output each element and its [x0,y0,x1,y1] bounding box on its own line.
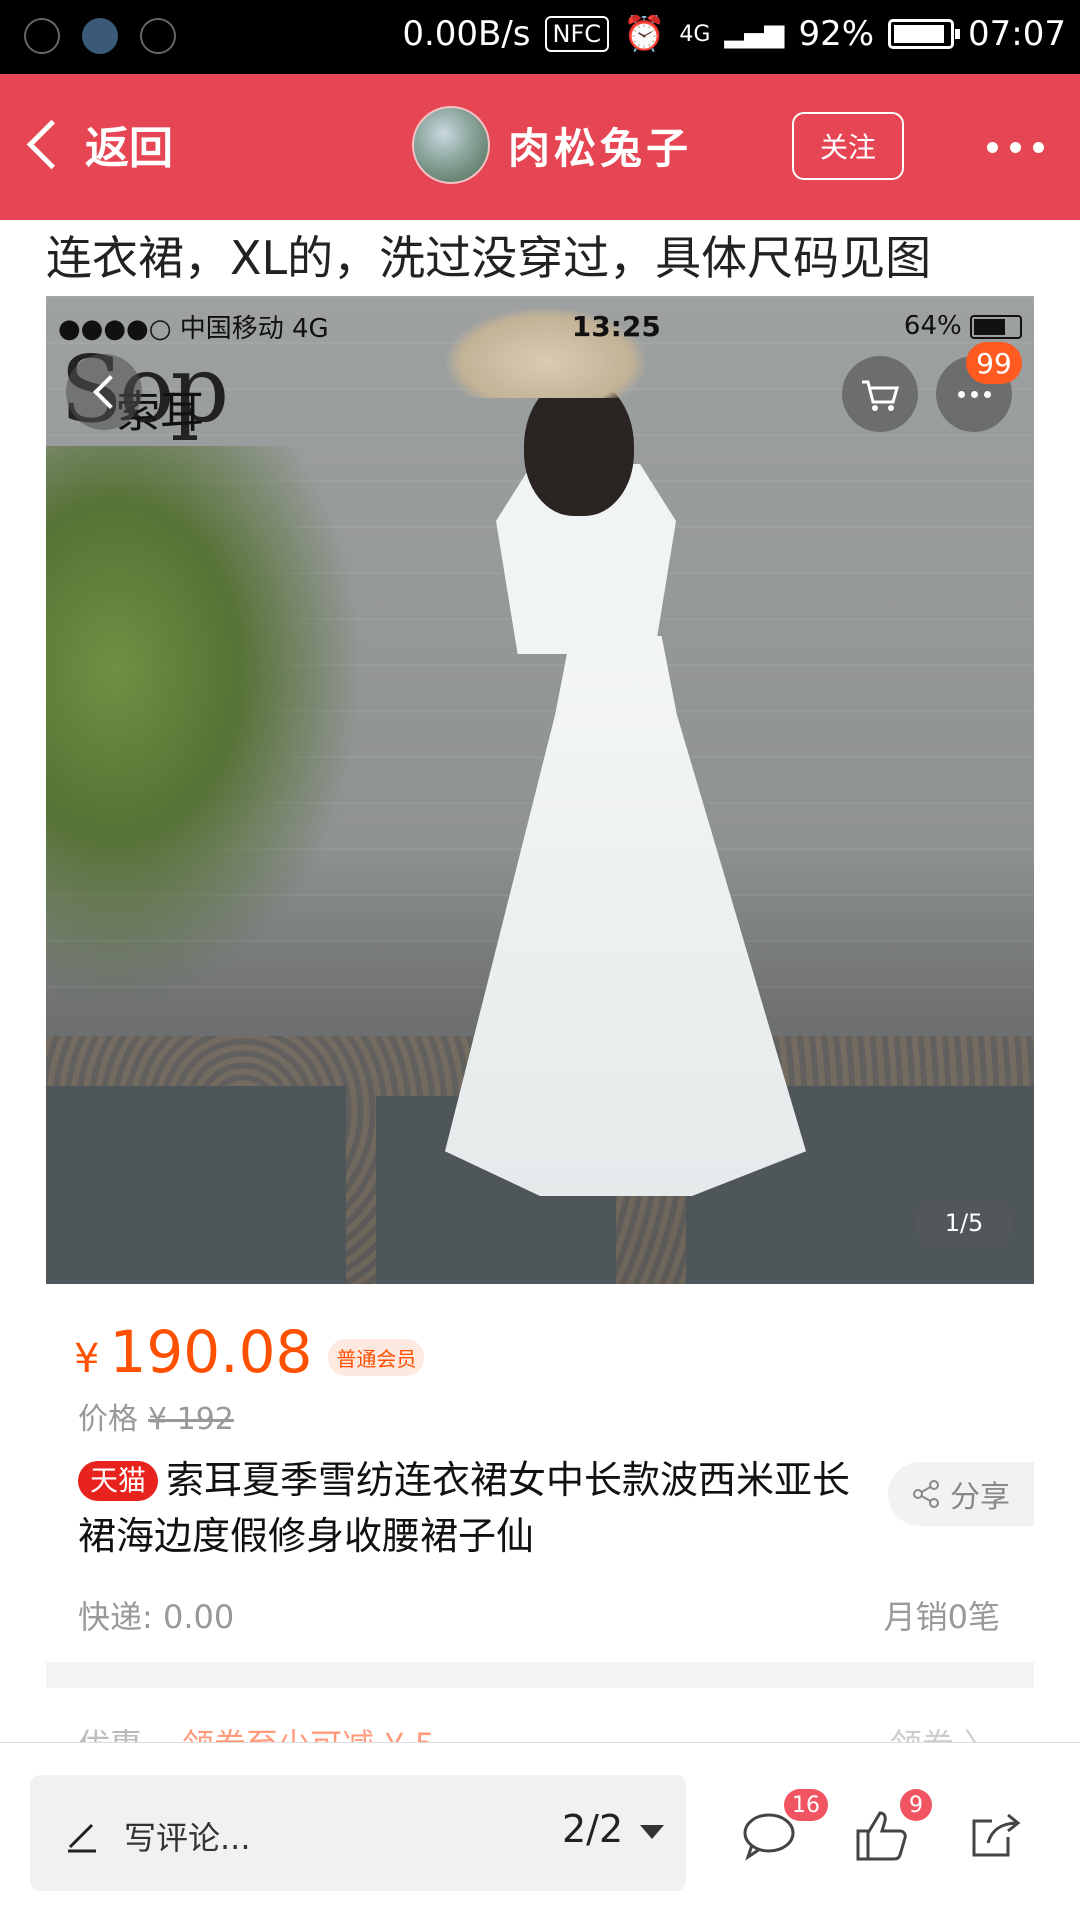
status-left-icons [24,18,176,54]
cart-badge: 99 [966,342,1022,384]
monthly-sales: 月销0笔 [883,1598,1000,1636]
bottom-bar: 写评论... 2/2 16 9 [0,1742,1080,1921]
clock: 07:07 [968,14,1066,54]
original-price-value: ¥ 192 [148,1402,234,1437]
share-label: 分享 [950,1480,1010,1515]
follow-button[interactable]: 关注 [792,112,904,180]
back-label: 返回 [85,123,173,174]
image-back-icon [66,354,142,430]
like-count-badge: 9 [900,1789,932,1821]
status-bar: 0.00B/s NFC ⏰ 4G ▂▄▆ 92% 07:07 [0,0,1080,74]
comment-count-badge: 16 [784,1789,828,1821]
section-divider [46,1662,1034,1688]
battery-percent: 92% [798,14,875,54]
username[interactable]: 肉松兔子 [508,115,692,176]
app-header: 返回 肉松兔子 关注 [0,74,1080,220]
price-value: 190.08 [109,1318,313,1386]
user-info[interactable]: 肉松兔子 [412,106,692,184]
product-title[interactable]: 天猫 索耳夏季雪纺连衣裙女中长款波西米亚长裙海边度假修身收腰裙子仙 [78,1452,878,1564]
status-right: 0.00B/s NFC ⏰ 4G ▂▄▆ 92% 07:07 [402,14,1066,54]
chevron-left-icon [26,119,77,169]
product-title-text: 索耳夏季雪纺连衣裙女中长款波西米亚长裙海边度假修身收腰裙子仙 [78,1458,851,1558]
network-speed: 0.00B/s [402,14,531,54]
original-price: 价格 ¥ 192 [78,1394,234,1438]
cart-icon [842,356,918,432]
stepping-stone [46,1086,346,1284]
inner-time: 13:25 [571,309,661,343]
battery-icon [888,19,961,49]
dropdown-arrow-icon[interactable] [640,1825,664,1839]
original-price-label: 价格 [78,1402,138,1437]
comment-input[interactable]: 写评论... 2/2 [30,1775,686,1891]
tmall-badge: 天猫 [78,1461,159,1501]
gallery-icon [82,18,118,54]
network-type: 4G [679,21,711,47]
shipping-fee: 快递: 0.00 [78,1598,235,1636]
avatar[interactable] [412,106,490,184]
nfc-icon: NFC [544,16,610,52]
like-icon[interactable] [852,1807,910,1863]
price: ¥ 190.08 普通会员 [74,1318,425,1386]
post-caption: 连衣裙，XL的，洗过没穿过，具体尺码见图 [46,231,932,285]
share-out-icon[interactable] [968,1807,1026,1863]
pencil-icon [68,1823,96,1853]
image-pager: 1/5 [916,1200,1012,1246]
plant-foliage [46,446,366,1006]
settings-icon [140,18,176,54]
more-menu-icon[interactable] [987,142,1044,153]
currency-symbol: ¥ [74,1336,100,1382]
inner-battery: 64% [904,311,1022,341]
notification-icon [24,18,60,54]
post-image[interactable]: ●●●●○ 中国移动 4G 13:25 64% Sop 索耳 99 1/5 [46,296,1034,1284]
signal-icon: ▂▄▆ [724,19,785,49]
comment-placeholder: 写评论... [124,1819,251,1857]
back-button[interactable]: 返回 [20,112,173,176]
member-tag: 普通会员 [328,1339,425,1376]
share-button[interactable]: 分享 [888,1462,1034,1526]
alarm-icon: ⏰ [623,14,666,54]
page-indicator[interactable]: 2/2 [562,1807,623,1851]
share-icon [913,1480,939,1508]
